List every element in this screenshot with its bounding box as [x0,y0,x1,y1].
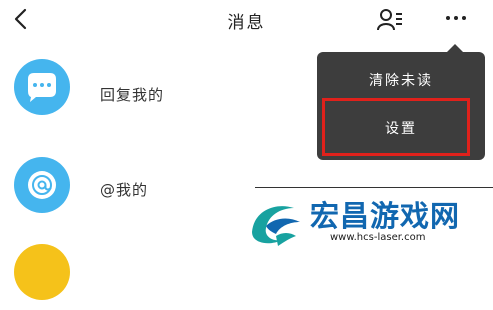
highlight-box [322,98,470,156]
at-sign-icon [28,171,56,199]
avatar [14,244,70,300]
avatar [14,59,70,115]
more-dots-icon[interactable] [444,8,468,28]
list-item[interactable] [0,240,310,310]
avatar [14,157,70,213]
contacts-icon[interactable] [376,7,404,33]
watermark-url: www.hcs-laser.com [330,232,426,243]
list-item-replies[interactable]: 回复我的 [0,59,310,129]
menu-item-clear-unread[interactable]: 清除未读 [317,70,485,90]
watermark-divider [255,187,493,188]
page-title: 消息 [227,13,266,33]
list-item-label: @我的 [100,181,149,199]
watermark-logo-icon [252,206,300,246]
list-item-label: 回复我的 [100,86,165,104]
watermark-text: 宏昌游戏网 [310,199,461,233]
top-bar: 消息 [0,0,493,40]
chat-bubble-icon [28,73,56,102]
